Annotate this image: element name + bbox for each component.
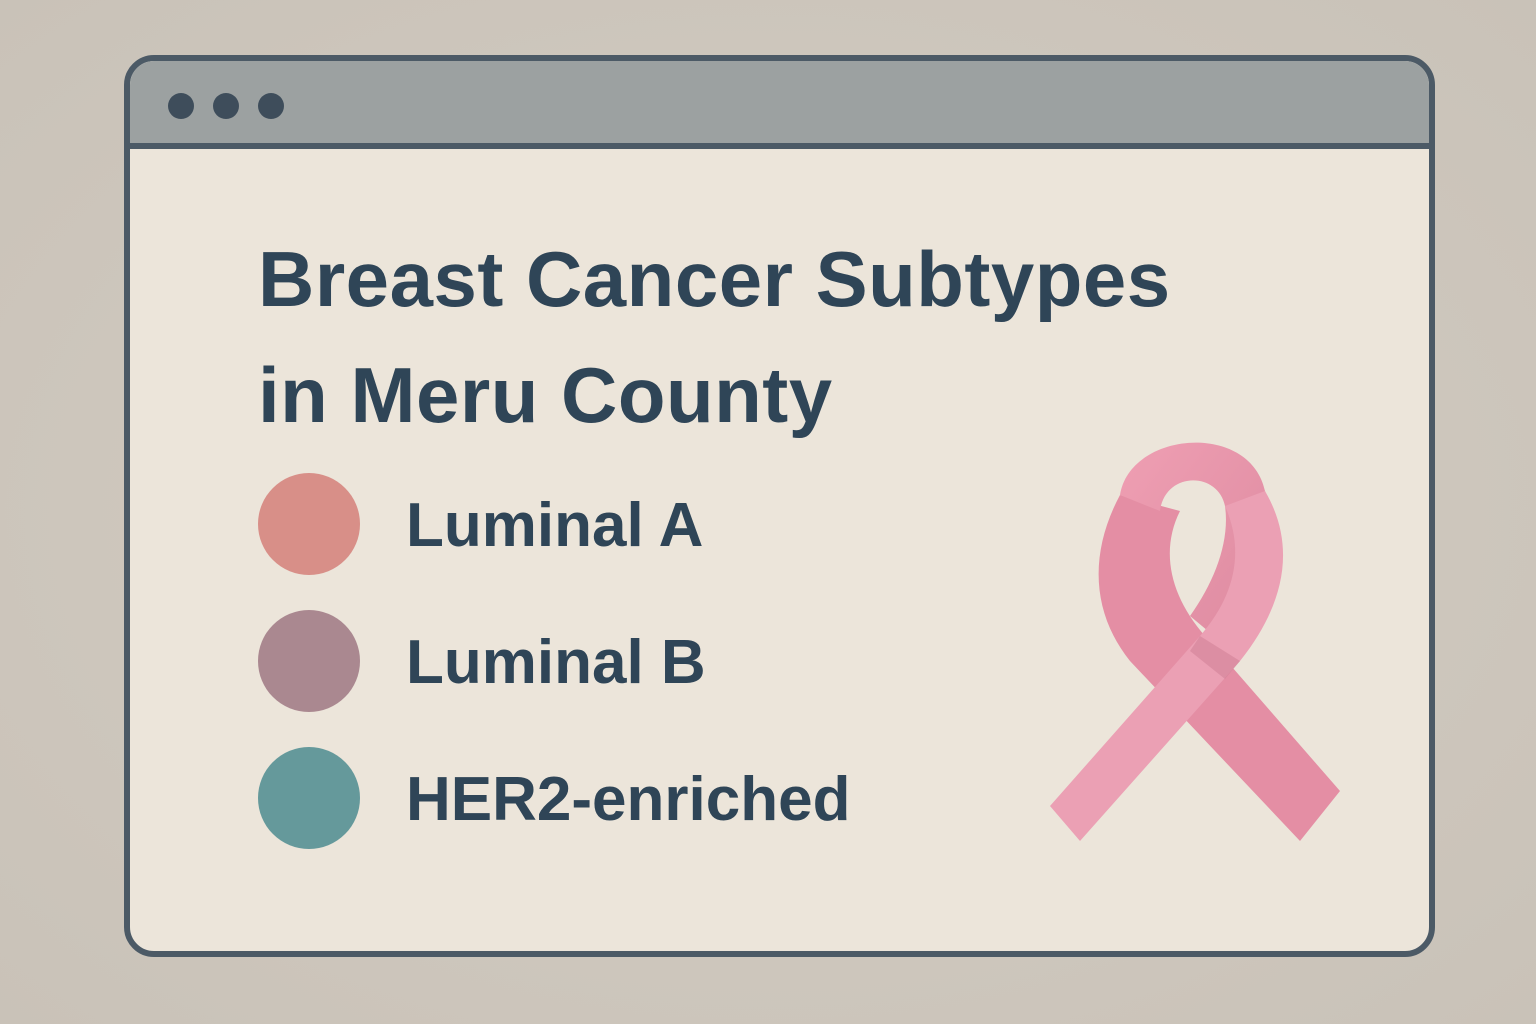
browser-window: Breast Cancer Subtypes in Meru County Lu… <box>124 55 1435 957</box>
pink-ribbon-icon <box>1050 442 1340 841</box>
window-control-dot-3[interactable] <box>258 93 284 119</box>
legend-label-her2-enriched: HER2-enriched <box>406 765 851 834</box>
legend-item-luminal-b: Luminal B <box>258 610 978 714</box>
window-control-dot-2[interactable] <box>213 93 239 119</box>
page-title-line-2: in Meru County <box>258 351 833 439</box>
legend-label-luminal-b: Luminal B <box>406 628 706 697</box>
legend-label-luminal-a: Luminal A <box>406 491 704 560</box>
her2-enriched-swatch <box>258 747 360 849</box>
window-titlebar <box>130 61 1429 149</box>
legend-item-her2-enriched: HER2-enriched <box>258 747 978 851</box>
luminal-b-swatch <box>258 610 360 712</box>
window-control-dot-1[interactable] <box>168 93 194 119</box>
page-title-line-1: Breast Cancer Subtypes <box>258 235 1171 323</box>
legend-item-luminal-a: Luminal A <box>258 473 978 577</box>
luminal-a-swatch <box>258 473 360 575</box>
